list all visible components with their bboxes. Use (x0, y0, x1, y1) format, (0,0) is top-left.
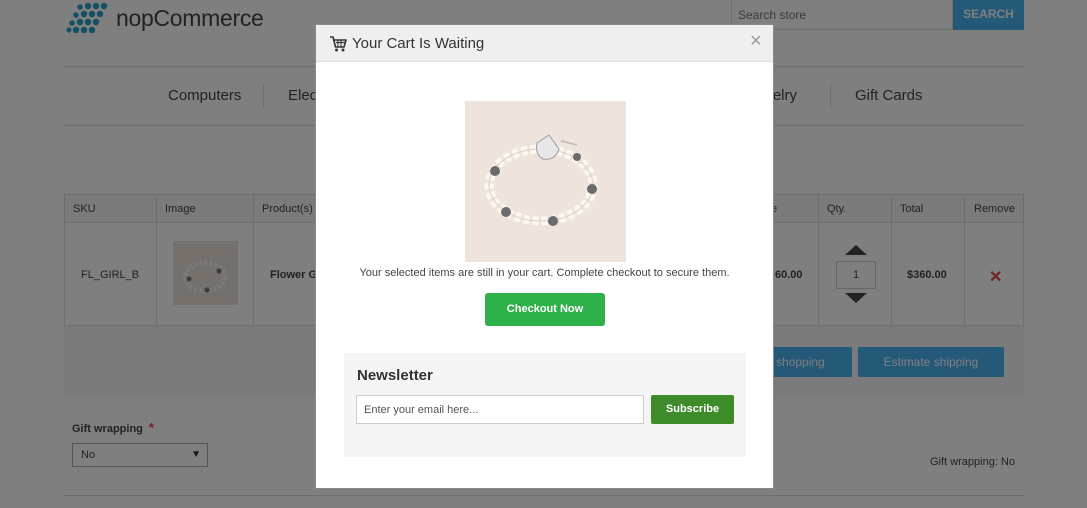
product-image (465, 101, 626, 262)
cart-reminder-modal: Your Cart Is Waiting × Your selected ite… (315, 24, 774, 489)
modal-title: Your Cart Is Waiting (352, 35, 485, 52)
checkout-now-button[interactable]: Checkout Now (485, 293, 605, 326)
close-icon[interactable]: × (750, 31, 762, 51)
shopping-cart-icon (330, 36, 347, 52)
newsletter-section: Newsletter Enter your email here... Subs… (344, 353, 746, 457)
newsletter-title: Newsletter (357, 367, 433, 384)
modal-message: Your selected items are still in your ca… (359, 267, 730, 279)
newsletter-email-input[interactable]: Enter your email here... (356, 395, 644, 424)
subscribe-button[interactable]: Subscribe (651, 395, 734, 424)
bracelet-image (484, 134, 598, 226)
modal-header: Your Cart Is Waiting × (316, 25, 773, 62)
